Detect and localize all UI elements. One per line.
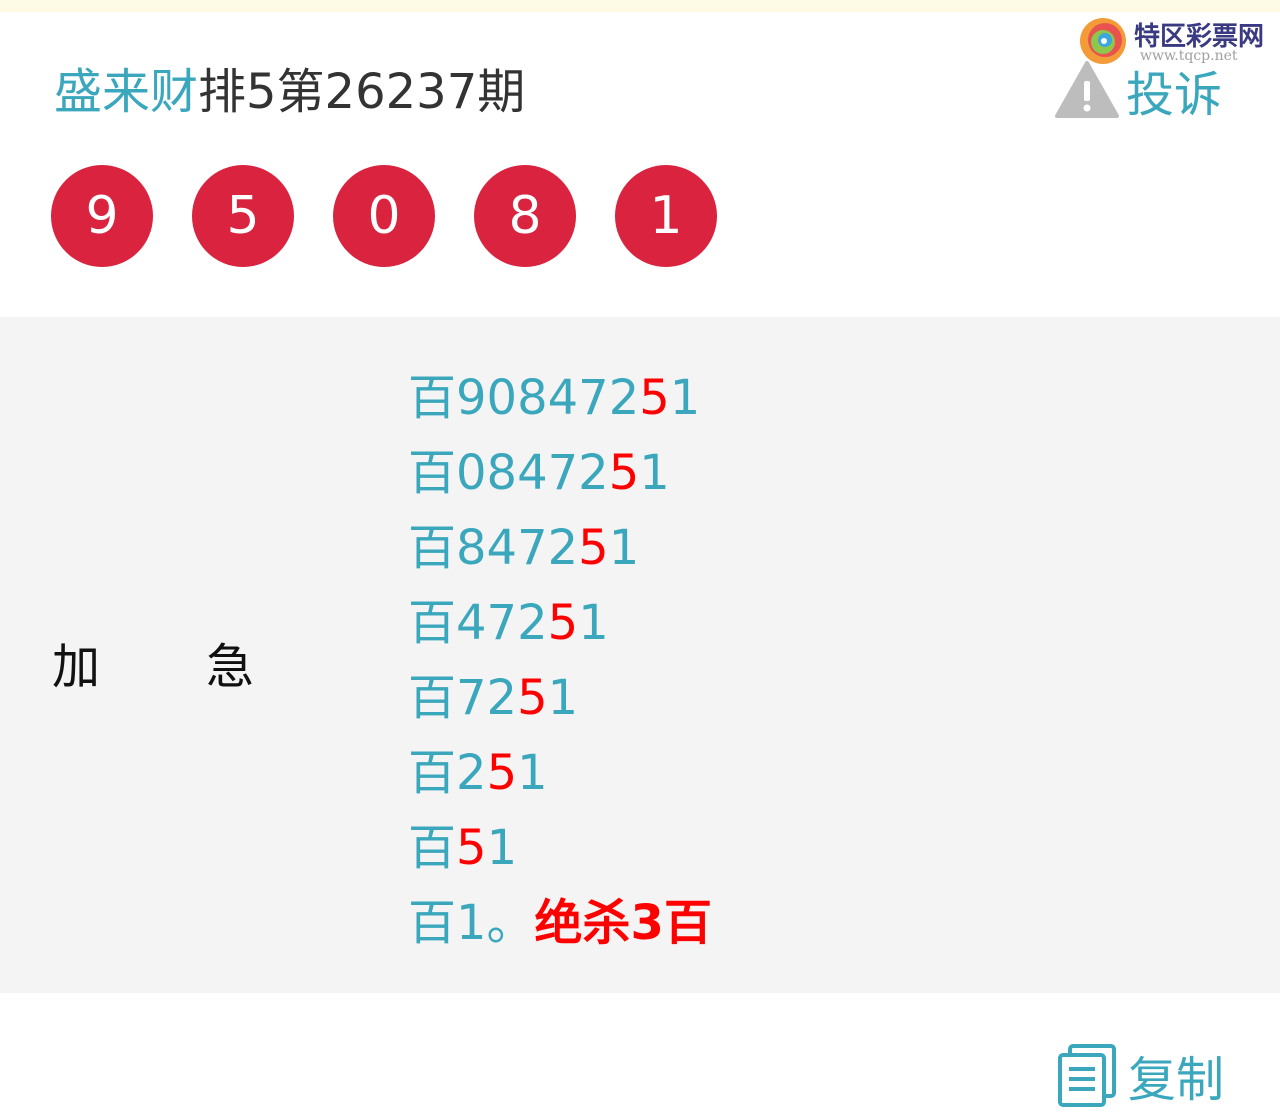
prediction-line: 百51 <box>408 811 712 886</box>
line-digits: 2 <box>456 745 487 801</box>
line-prefix: 百 <box>408 370 457 426</box>
result-ball: 0 <box>333 165 435 267</box>
line-tail: 1 <box>639 445 670 501</box>
final-prefix: 百1。 <box>408 895 535 951</box>
line-prefix: 百 <box>408 670 457 726</box>
line-tail: 1 <box>578 595 609 651</box>
line-highlight: 5 <box>486 745 518 801</box>
result-ball: 1 <box>615 165 717 267</box>
prediction-line: 百47251 <box>408 586 712 661</box>
warning-icon <box>1055 61 1119 118</box>
copy-icon <box>1058 1044 1116 1107</box>
result-ball: 9 <box>51 165 153 267</box>
page-title: 盛来财排5第26237期 <box>54 60 525 124</box>
line-digits: 08472 <box>456 445 609 501</box>
author-name[interactable]: 盛来财 <box>54 64 198 120</box>
line-highlight: 5 <box>517 670 548 726</box>
complain-button[interactable]: 投诉 <box>1054 58 1223 123</box>
copy-label: 复制 <box>1128 1052 1225 1108</box>
draw-result: 9 5 0 8 1 <box>51 165 756 267</box>
result-ball: 5 <box>192 165 294 267</box>
line-highlight: 5 <box>608 445 640 501</box>
prediction-line: 百251 <box>408 736 712 811</box>
line-highlight: 5 <box>456 820 487 876</box>
line-highlight: 5 <box>639 370 670 426</box>
issue-title: 排5第26237期 <box>198 64 526 120</box>
line-tail: 1 <box>517 745 548 801</box>
top-strip <box>0 0 1280 12</box>
prediction-final-line: 百1。绝杀3百 <box>408 886 712 961</box>
kill-note: 绝杀3百 <box>534 895 712 951</box>
line-prefix: 百 <box>408 520 457 576</box>
line-prefix: 百 <box>408 595 457 651</box>
complain-label: 投诉 <box>1126 67 1223 123</box>
line-digits: 72 <box>456 670 518 726</box>
prediction-line: 百0847251 <box>408 436 712 511</box>
line-digits: 8472 <box>456 520 579 576</box>
result-ball: 8 <box>474 165 576 267</box>
label-ji: 急 <box>206 639 255 695</box>
line-tail: 1 <box>608 520 640 576</box>
prediction-list: 百90847251 百0847251 百847251 百47251 百7251 … <box>408 361 712 961</box>
line-prefix: 百 <box>408 745 457 801</box>
line-prefix: 百 <box>408 445 457 501</box>
prediction-line: 百847251 <box>408 511 712 586</box>
prediction-line: 百90847251 <box>408 361 712 436</box>
line-digits: 908472 <box>456 370 640 426</box>
line-tail: 1 <box>486 820 518 876</box>
line-prefix: 百 <box>408 820 457 876</box>
line-highlight: 5 <box>578 520 609 576</box>
line-tail: 1 <box>547 670 579 726</box>
line-tail: 1 <box>669 370 701 426</box>
label-jia: 加 <box>52 639 101 695</box>
line-digits: 472 <box>456 595 548 651</box>
line-highlight: 5 <box>547 595 579 651</box>
prediction-line: 百7251 <box>408 661 712 736</box>
prediction-panel: 加 急 百90847251 百0847251 百847251 百47251 百7… <box>0 317 1280 993</box>
copy-button[interactable]: 复制 <box>1056 1040 1224 1110</box>
